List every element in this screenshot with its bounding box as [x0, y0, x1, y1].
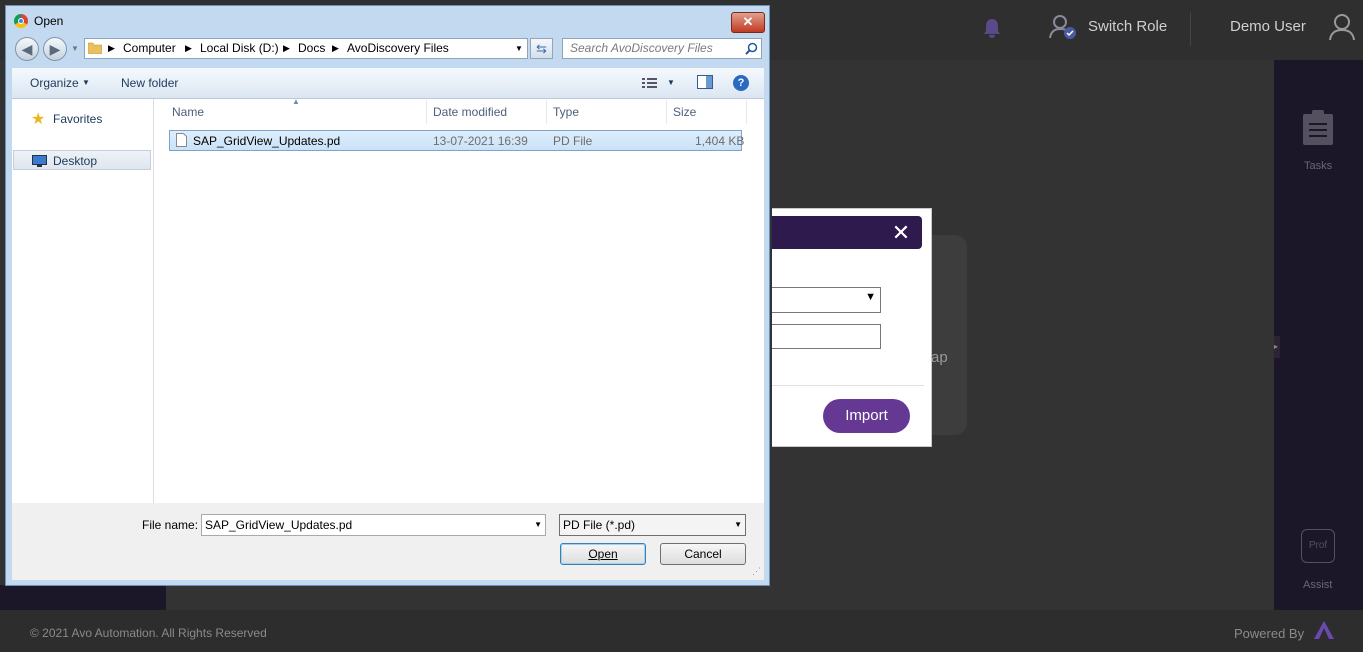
dialog-title: Open: [34, 14, 64, 28]
star-icon: ★: [31, 111, 46, 128]
new-folder-button[interactable]: New folder: [121, 76, 178, 90]
file-name[interactable]: SAP_GridView_Updates.pd: [193, 134, 340, 148]
recent-locations-dropdown[interactable]: ▼: [71, 44, 79, 53]
breadcrumb-docs[interactable]: Docs: [298, 41, 325, 55]
refresh-icon[interactable]: ⇆: [530, 38, 553, 59]
file-date: 13-07-2021 16:39: [433, 134, 528, 148]
file-list-pane: [154, 99, 764, 503]
clipboard-icon[interactable]: [1302, 110, 1334, 146]
assist-icon[interactable]: Prof: [1301, 529, 1335, 563]
chevron-down-icon[interactable]: ▼: [734, 520, 742, 529]
file-size: 1,404 KB: [695, 134, 745, 148]
switch-role-link[interactable]: Switch Role: [1088, 18, 1167, 35]
collapse-handle[interactable]: ▸: [1274, 336, 1280, 358]
search-placeholder: Search AvoDiscovery Files: [570, 41, 713, 55]
column-divider[interactable]: [546, 100, 547, 124]
column-header-name[interactable]: Name: [172, 105, 204, 119]
breadcrumb-local-disk[interactable]: Local Disk (D:): [200, 41, 279, 55]
chevron-down-icon: ▼: [865, 291, 876, 303]
chevron-down-icon[interactable]: ▼: [667, 78, 675, 87]
column-divider[interactable]: [746, 100, 747, 124]
cancel-button[interactable]: Cancel: [660, 543, 746, 565]
organize-button[interactable]: Organize: [30, 76, 79, 90]
left-rail: [0, 585, 166, 610]
desktop-icon: [32, 154, 47, 167]
view-options-icon[interactable]: [642, 76, 658, 88]
tasks-label[interactable]: Tasks: [1304, 160, 1332, 172]
nav-desktop[interactable]: Desktop: [53, 154, 97, 168]
breadcrumb-separator[interactable]: ▶: [283, 43, 290, 54]
assist-label[interactable]: Assist: [1303, 579, 1332, 591]
column-header-type[interactable]: Type: [553, 105, 579, 119]
user-avatar-icon[interactable]: [1329, 13, 1355, 41]
user-name[interactable]: Demo User: [1230, 18, 1306, 35]
breadcrumb-avodiscovery[interactable]: AvoDiscovery Files: [347, 41, 449, 55]
bell-icon[interactable]: [982, 17, 1002, 39]
open-button[interactable]: Open: [560, 543, 646, 565]
close-button[interactable]: ✕: [731, 12, 765, 33]
footer-copyright: © 2021 Avo Automation. All Rights Reserv…: [30, 626, 267, 640]
column-header-date[interactable]: Date modified: [433, 105, 507, 119]
background-card-text: ap: [931, 349, 948, 366]
chrome-icon: [14, 14, 28, 28]
divider: [1190, 12, 1191, 46]
file-name-field[interactable]: SAP_GridView_Updates.pd ▼: [201, 514, 546, 536]
file-type: PD File: [553, 134, 593, 148]
help-icon[interactable]: ?: [733, 75, 749, 91]
breadcrumb-separator[interactable]: ▶: [185, 43, 192, 54]
search-icon: [745, 42, 758, 55]
file-type-value[interactable]: PD File (*.pd): [563, 518, 635, 532]
divider: [772, 385, 924, 386]
breadcrumb-separator[interactable]: ▶: [108, 43, 115, 54]
column-divider[interactable]: [426, 100, 427, 124]
file-name-label: File name:: [142, 518, 199, 532]
sort-ascending-icon: ▲: [292, 97, 300, 106]
column-divider[interactable]: [666, 100, 667, 124]
nav-favorites[interactable]: Favorites: [53, 112, 102, 126]
background-card: [930, 235, 967, 435]
close-icon[interactable]: ✕: [888, 219, 914, 247]
back-button[interactable]: ◀: [15, 37, 39, 61]
breadcrumb-computer[interactable]: Computer: [123, 41, 176, 55]
folder-icon: [87, 41, 103, 55]
footer: © 2021 Avo Automation. All Rights Reserv…: [0, 610, 1363, 652]
file-name-value[interactable]: SAP_GridView_Updates.pd: [205, 518, 352, 532]
address-dropdown-icon[interactable]: ▼: [515, 44, 523, 53]
preview-pane-icon[interactable]: [697, 75, 713, 89]
breadcrumb-separator[interactable]: ▶: [332, 43, 339, 54]
column-header-size[interactable]: Size: [673, 105, 696, 119]
resize-grip-icon[interactable]: ⋰: [752, 566, 761, 577]
forward-button[interactable]: ▶: [43, 37, 67, 61]
search-input[interactable]: Search AvoDiscovery Files: [562, 38, 762, 59]
switch-role-icon[interactable]: [1049, 14, 1077, 40]
import-button[interactable]: Import: [823, 399, 910, 433]
avo-logo-icon: [1313, 620, 1335, 640]
import-name-input[interactable]: [772, 324, 881, 349]
import-type-select[interactable]: ▼: [772, 287, 881, 313]
file-icon: [176, 133, 187, 147]
footer-powered-by: Powered By: [1234, 626, 1305, 641]
chevron-down-icon[interactable]: ▼: [534, 520, 542, 529]
chevron-down-icon[interactable]: ▼: [82, 78, 90, 87]
file-type-select[interactable]: PD File (*.pd) ▼: [559, 514, 746, 536]
